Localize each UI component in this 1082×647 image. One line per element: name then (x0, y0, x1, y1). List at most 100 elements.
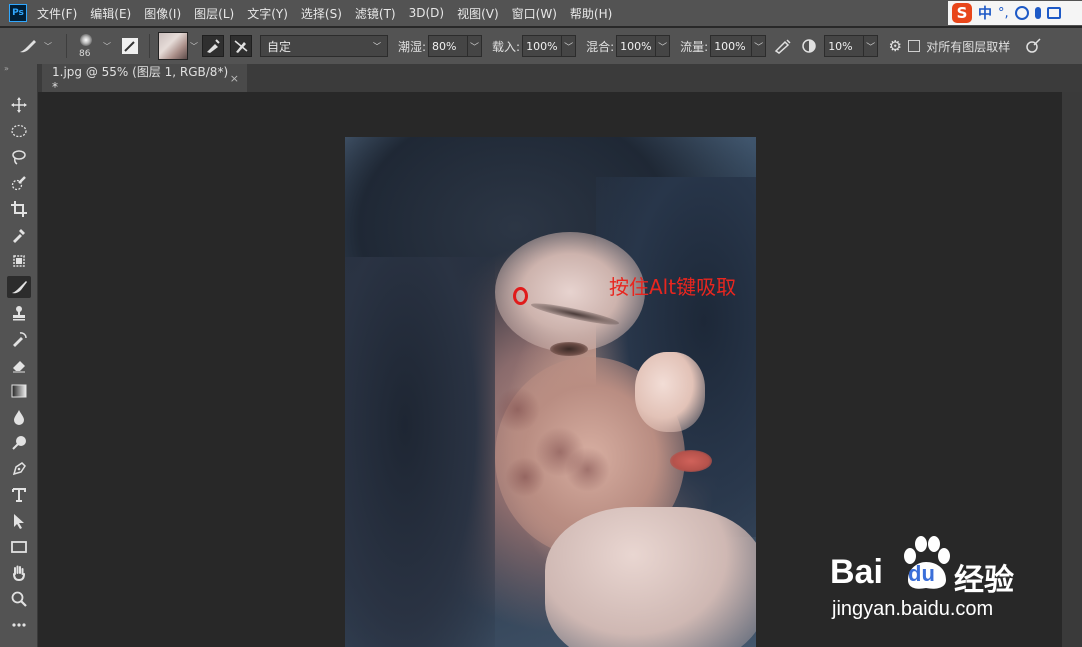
microphone-icon[interactable] (1034, 7, 1041, 19)
keyboard-icon[interactable] (1046, 7, 1061, 19)
frame-tool[interactable] (7, 250, 31, 272)
move-icon (11, 97, 27, 113)
rectangle-icon (11, 541, 27, 553)
menu-select[interactable]: 选择(S) (301, 5, 342, 22)
lasso-tool[interactable] (7, 146, 31, 168)
pen-tool[interactable] (7, 458, 31, 480)
instruction-annotation: 按住Alt键吸取 (609, 275, 737, 299)
smoothing-button[interactable] (798, 35, 820, 57)
menu-view[interactable]: 视图(V) (457, 5, 499, 22)
move-tool[interactable] (7, 94, 31, 116)
clean-brush-button[interactable] (230, 35, 252, 57)
chevron-down-icon: ﹀ (44, 41, 52, 51)
image-neck-region (545, 507, 756, 647)
hand-icon (13, 565, 25, 581)
load-input[interactable]: 100% ﹀ (522, 35, 577, 57)
mix-label: 混合: (586, 39, 615, 54)
type-icon (12, 488, 26, 502)
smoothing-value: 10% (828, 39, 853, 53)
chevron-down-icon[interactable]: ﹀ (103, 41, 111, 52)
ime-toolbar: S 中 °, (948, 1, 1082, 25)
smoothing-input[interactable]: 10% ﹀ (824, 35, 879, 57)
blur-drop-icon (14, 410, 24, 425)
document-canvas-image[interactable]: 按住Alt键吸取 (345, 137, 756, 647)
emoji-icon[interactable] (1014, 6, 1029, 20)
pressure-button[interactable] (1022, 35, 1044, 57)
brush-size-value: 86 (79, 49, 91, 59)
stamp-icon (13, 306, 25, 321)
zoom-tool[interactable] (7, 588, 31, 610)
clone-stamp-tool[interactable] (7, 302, 31, 324)
dodge-tool[interactable] (7, 432, 31, 454)
blur-tool[interactable] (7, 406, 31, 428)
gear-icon: ⚙ (888, 37, 902, 55)
divider (149, 34, 150, 58)
sample-all-layers-label: 对所有图层取样 (926, 39, 1011, 54)
wet-input[interactable]: 80% ﹀ (428, 35, 483, 57)
menu-filter[interactable]: 滤镜(T) (355, 5, 396, 22)
brush-settings-button[interactable] (119, 35, 141, 57)
mixer-brush-tool[interactable] (7, 276, 31, 298)
gradient-tool[interactable] (7, 380, 31, 402)
chevron-down-icon[interactable]: ﹀ (751, 36, 765, 56)
chevron-down-icon[interactable]: ﹀ (655, 36, 669, 56)
menu-layer[interactable]: 图层(L) (194, 5, 234, 22)
rectangle-tool[interactable] (7, 536, 31, 558)
image-eye-region (550, 342, 588, 356)
menu-type[interactable]: 文字(Y) (247, 5, 288, 22)
wet-value: 80% (432, 39, 457, 53)
mix-input[interactable]: 100% ﹀ (616, 35, 671, 57)
menu-help[interactable]: 帮助(H) (570, 5, 612, 22)
document-tab[interactable]: 1.jpg @ 55% (图层 1, RGB/8*) * × (42, 64, 247, 94)
sample-all-layers-checkbox[interactable] (908, 40, 921, 52)
flow-input[interactable]: 100% ﹀ (710, 35, 767, 57)
zoom-icon (11, 591, 27, 607)
chevron-down-icon[interactable]: ﹀ (467, 36, 481, 56)
hand-tool[interactable] (7, 562, 31, 584)
edit-toolbar-button[interactable] (7, 614, 31, 636)
path-selection-tool[interactable] (7, 510, 31, 532)
menu-image[interactable]: 图像(I) (144, 5, 181, 22)
eyedropper-tool[interactable] (7, 224, 31, 246)
image-flower-shadow (495, 387, 540, 432)
close-icon[interactable]: × (230, 72, 239, 85)
image-flower-shadow (505, 457, 545, 497)
blend-preset-select[interactable]: 自定 ﹀ (260, 35, 388, 57)
settings-button[interactable]: ⚙ (884, 35, 906, 57)
eraser-tool[interactable] (7, 354, 31, 376)
type-tool[interactable] (7, 484, 31, 506)
panel-collapse-icon[interactable]: » (0, 64, 37, 74)
ime-language-toggle[interactable]: 中 (978, 3, 992, 23)
chevron-down-icon[interactable]: ﹀ (190, 41, 198, 52)
gradient-icon (11, 384, 27, 398)
baidu-jingyan-watermark: Bai du 经验 jingyan.baidu.com (830, 528, 1040, 628)
crop-icon (11, 201, 27, 217)
menu-3d[interactable]: 3D(D) (409, 6, 444, 20)
sogou-logo-icon[interactable]: S (952, 3, 972, 23)
mixer-brush-icon (20, 40, 36, 53)
elliptical-marquee-tool[interactable] (7, 120, 31, 142)
history-brush-tool[interactable] (7, 328, 31, 350)
flow-label: 流量: (680, 39, 709, 54)
brush-preset-picker[interactable]: 86 (75, 32, 101, 60)
current-sample-swatch[interactable] (158, 32, 188, 60)
history-brush-icon (13, 332, 27, 347)
pressure-pen-icon (1026, 38, 1041, 53)
menu-edit[interactable]: 编辑(E) (90, 5, 131, 22)
crop-tool[interactable] (7, 198, 31, 220)
airbrush-button[interactable] (772, 35, 794, 57)
tool-preset-picker[interactable]: ﹀ (18, 38, 58, 54)
right-panel-gutter (1062, 92, 1082, 647)
menu-bar: Ps 文件(F) 编辑(E) 图像(I) 图层(L) 文字(Y) 选择(S) 滤… (0, 0, 1082, 26)
chevron-down-icon[interactable]: ﹀ (863, 36, 877, 56)
marquee-ellipse-icon (11, 124, 27, 138)
chevron-down-icon[interactable]: ﹀ (561, 36, 575, 56)
menu-window[interactable]: 窗口(W) (512, 5, 557, 22)
eyedropper-icon (13, 229, 25, 243)
quick-selection-tool[interactable] (7, 172, 31, 194)
ime-punctuation-toggle[interactable]: °, (998, 6, 1009, 21)
load-brush-button[interactable] (202, 35, 224, 57)
eraser-icon (13, 361, 25, 373)
menu-file[interactable]: 文件(F) (37, 5, 77, 22)
smoothing-icon (802, 39, 816, 53)
